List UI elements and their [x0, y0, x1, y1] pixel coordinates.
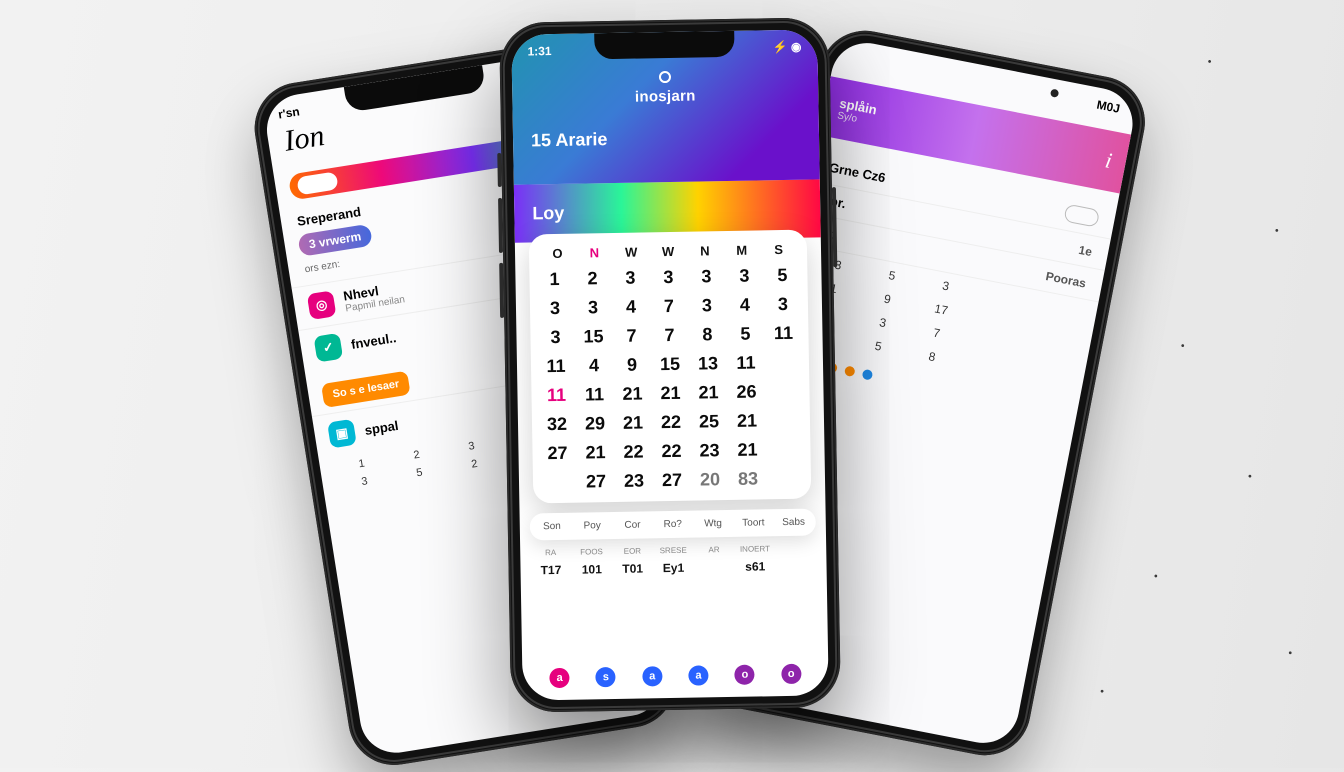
nav-dot[interactable]: a [642, 666, 662, 686]
calendar-day[interactable]: 32 [538, 412, 576, 438]
calendar-day[interactable]: 3 [725, 263, 763, 289]
info-icon[interactable]: i [1103, 147, 1114, 174]
calendar-day[interactable]: 7 [650, 294, 688, 320]
calendar-day[interactable] [766, 408, 804, 434]
calendar-day[interactable]: 3 [687, 264, 725, 290]
calendar-day[interactable]: 11 [537, 383, 575, 409]
row-value: Pooras [1045, 269, 1088, 291]
calendar-day[interactable]: 5 [763, 263, 801, 289]
calendar-day[interactable]: 21 [614, 410, 652, 436]
toggle-pill[interactable] [1063, 204, 1100, 228]
bottom-tabs[interactable]: Son Poy Cor Ro? Wtg Toort Sabs [530, 508, 816, 540]
app-name: inosjarn [635, 88, 696, 106]
app-icon: ✓ [313, 333, 343, 363]
calendar-day[interactable]: 13 [689, 351, 727, 377]
brand-icon [659, 71, 671, 83]
calendar-day[interactable]: 3 [536, 296, 574, 322]
nav-dot[interactable]: o [781, 664, 801, 684]
phone-notch [594, 31, 734, 59]
calendar-day[interactable]: 27 [653, 468, 691, 494]
tab[interactable]: Ro? [653, 519, 693, 531]
calendar-day[interactable]: 21 [576, 440, 614, 466]
camera-dot-icon [1050, 88, 1059, 97]
calendar-day[interactable]: 2 [573, 266, 611, 292]
calendar-day[interactable]: 3 [574, 295, 612, 321]
calendar-day[interactable]: 21 [728, 437, 766, 463]
calendar-day[interactable]: 11 [575, 382, 613, 408]
calendar-day[interactable]: 8 [688, 322, 726, 348]
calendar-day[interactable]: 9 [613, 352, 651, 378]
nav-dot[interactable]: a [549, 668, 569, 688]
calendar-day[interactable]: 20 [691, 467, 729, 493]
row-label: Grne Cz6 [828, 159, 887, 185]
nav-dots[interactable]: a s a a o o [522, 657, 829, 694]
app-brand: inosjarn [530, 68, 801, 109]
calendar-day[interactable]: 27 [577, 469, 615, 495]
calendar-card[interactable]: O N W W N M S 12333353347343315778511114… [529, 230, 812, 504]
calendar-day[interactable]: 1 [535, 267, 573, 293]
calendar-day[interactable]: 3 [649, 265, 687, 291]
calendar-day[interactable]: 3 [764, 292, 802, 318]
row-value: 1e [1078, 242, 1094, 258]
calendar-day[interactable]: 83 [729, 466, 767, 492]
calendar-day[interactable]: 7 [650, 323, 688, 349]
phone-center-screen: 1:31 ⚡ ◉ inosjarn 15 Ararie Loy O N W W … [511, 29, 829, 700]
phone-center: 1:31 ⚡ ◉ inosjarn 15 Ararie Loy O N W W … [499, 17, 841, 713]
list-item-title: sppal [364, 417, 400, 437]
calendar-day[interactable]: 26 [727, 379, 765, 405]
calendar-grid[interactable]: 1233335334734331577851111491513111111212… [535, 263, 805, 496]
calendar-day[interactable]: 25 [690, 409, 728, 435]
calendar-day[interactable]: 21 [651, 381, 689, 407]
calendar-day[interactable]: 4 [575, 353, 613, 379]
calendar-day[interactable]: 3 [536, 325, 574, 351]
calendar-day[interactable]: 4 [726, 292, 764, 318]
view-label: Loy [532, 202, 564, 224]
tab[interactable]: Sabs [773, 517, 813, 529]
calendar-day[interactable]: 7 [612, 323, 650, 349]
calendar-day[interactable]: 11 [764, 321, 802, 347]
tab[interactable]: Wtg [693, 518, 733, 530]
calendar-day[interactable]: 23 [615, 468, 653, 494]
tab[interactable]: Cor [612, 519, 652, 531]
calendar-day[interactable]: 11 [727, 350, 765, 376]
list-item-title: fnveul.. [350, 330, 397, 352]
calendar-day[interactable] [539, 470, 577, 496]
calendar-day[interactable]: 21 [728, 408, 766, 434]
calendar-day[interactable]: 15 [574, 324, 612, 350]
calendar-day[interactable]: 15 [651, 352, 689, 378]
chip[interactable]: 3 vrwerm [297, 224, 372, 257]
calendar-day[interactable]: 21 [613, 381, 651, 407]
calendar-day[interactable]: 22 [614, 439, 652, 465]
calendar-day[interactable]: 3 [611, 265, 649, 291]
app-icon: ◎ [307, 290, 337, 320]
nav-dot[interactable]: s [596, 667, 616, 687]
tab[interactable]: Poy [572, 520, 612, 532]
calendar-day[interactable] [765, 379, 803, 405]
nav-dot[interactable]: a [688, 665, 708, 685]
calendar-day[interactable]: 4 [612, 294, 650, 320]
status-icons: ⚡ ◉ [773, 40, 802, 54]
status-right: M0J [1096, 98, 1122, 116]
status-time: 1:31 [527, 44, 551, 58]
tab[interactable]: Son [532, 521, 572, 533]
calendar-day[interactable]: 21 [689, 380, 727, 406]
calendar-day[interactable]: 27 [538, 441, 576, 467]
calendar-day[interactable]: 23 [690, 438, 728, 464]
tab[interactable]: Toort [733, 517, 773, 529]
calendar-day[interactable] [766, 437, 804, 463]
app-icon: ▣ [327, 419, 357, 449]
calendar-day[interactable]: 22 [652, 439, 690, 465]
calendar-day[interactable]: 5 [726, 321, 764, 347]
calendar-day[interactable]: 29 [576, 411, 614, 437]
stats-table: Ra Foos Eor srese ar Inoert T17 101 T01 … [530, 543, 816, 577]
current-date: 15 Ararie [531, 126, 801, 152]
calendar-day[interactable] [765, 350, 803, 376]
calendar-day[interactable]: 3 [688, 293, 726, 319]
calendar-day[interactable]: 22 [652, 410, 690, 436]
nav-dot[interactable]: o [735, 665, 755, 685]
calendar-day[interactable] [767, 466, 805, 492]
calendar-day[interactable]: 11 [537, 354, 575, 380]
